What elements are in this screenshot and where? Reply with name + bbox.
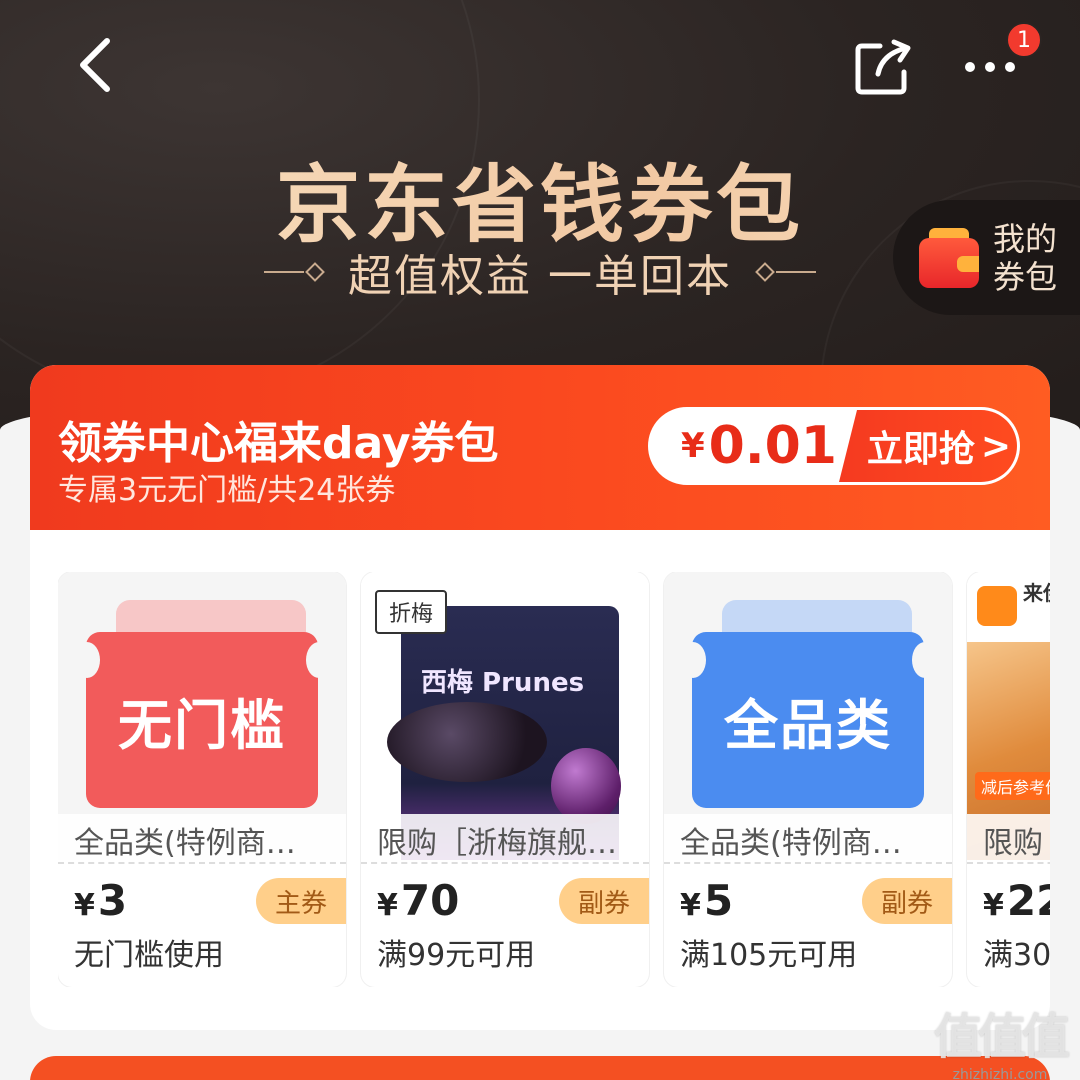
coupon-type-badge: 副券: [862, 878, 952, 924]
page-subtitle: 超值权益 一单回本: [348, 251, 732, 302]
reference-price-label: 减后参考价: [975, 772, 1050, 800]
share-icon: [855, 39, 911, 95]
currency-symbol: ¥: [74, 888, 95, 923]
watermark-url: zhizhizhi.com: [952, 1067, 1048, 1080]
coupon-type-badge: 副券: [559, 878, 649, 924]
back-button[interactable]: [60, 30, 130, 100]
buy-package-button[interactable]: ¥ 0.01 立即抢 >: [648, 407, 1020, 485]
divider: [967, 862, 1050, 864]
coupon-card[interactable]: 无门槛 全品类(特例商… ¥3 主券 无门槛使用: [58, 572, 346, 987]
coupon-amount: ¥5: [680, 876, 733, 925]
coupon-card[interactable]: 来伊份 LYFE 减后参考价 限购 ¥22 满300: [967, 572, 1050, 987]
divider: [58, 862, 346, 864]
more-dot-icon: [965, 62, 975, 72]
divider: [664, 862, 952, 864]
share-button[interactable]: [852, 38, 912, 98]
coupon-condition: 满300: [983, 938, 1050, 973]
currency-symbol: ¥: [680, 888, 701, 923]
coupon-condition: 无门槛使用: [74, 938, 224, 973]
coupon-amount: ¥22: [983, 876, 1050, 925]
wallet-icon: [919, 227, 979, 288]
plum-image: [551, 748, 621, 824]
currency-symbol: ¥: [983, 888, 1004, 923]
coupon-description: 限购［浙梅旗舰…: [361, 814, 649, 860]
brand-logo-icon: [977, 586, 1017, 626]
coupon-type-badge: 主券: [256, 878, 346, 924]
grab-now-button[interactable]: 立即抢 >: [839, 410, 1017, 482]
right-ornament-icon: [754, 262, 816, 282]
my-wallet-label: 我的券包: [993, 219, 1058, 296]
price-value: 0.01: [708, 416, 837, 476]
coupon-amount: ¥70: [377, 876, 459, 925]
package-title: 领券中心福来day券包: [58, 418, 499, 469]
amount-value: 5: [703, 876, 734, 925]
coupon-description: 全品类(特例商…: [58, 814, 346, 860]
watermark-logo: 值值值: [933, 1009, 1070, 1065]
amount-value: 22: [1006, 876, 1050, 925]
chevron-left-icon: [80, 38, 110, 92]
ticket-label: 全品类: [724, 693, 892, 757]
grab-now-label: 立即抢: [866, 429, 975, 470]
currency-symbol: ¥: [681, 426, 705, 466]
more-dot-icon: [1005, 62, 1015, 72]
coupon-list[interactable]: 无门槛 全品类(特例商… ¥3 主券 无门槛使用 折梅 西梅 Prunes 限购…: [58, 572, 1050, 987]
prune-image: [387, 702, 547, 782]
left-ornament-icon: [264, 262, 326, 282]
amount-value: 3: [97, 876, 128, 925]
coupon-condition: 满99元可用: [377, 938, 536, 973]
divider: [361, 862, 649, 864]
brand-name: 来伊份 LYFE: [1023, 581, 1050, 605]
package-subtitle: 专属3元无门槛/共24张券: [58, 473, 396, 508]
ticket-label: 无门槛: [118, 693, 286, 757]
coupon-description: 全品类(特例商…: [664, 814, 952, 860]
watermark: 值值值 zhizhizhi.com: [930, 1000, 1070, 1080]
next-package-card[interactable]: [30, 1056, 1050, 1080]
more-dot-icon: [985, 62, 995, 72]
coupon-description: 限购: [967, 814, 1050, 860]
coupon-condition: 满105元可用: [680, 938, 858, 973]
coupon-card[interactable]: 折梅 西梅 Prunes 限购［浙梅旗舰… ¥70 副券 满99元可用: [361, 572, 649, 987]
coupon-card[interactable]: 全品类 全品类(特例商… ¥5 副券 满105元可用: [664, 572, 952, 987]
brand-logo: 折梅: [375, 590, 447, 634]
coupon-package-card: 领券中心福来day券包 专属3元无门槛/共24张券 ¥ 0.01 立即抢 > 无…: [30, 365, 1050, 1030]
currency-symbol: ¥: [377, 888, 398, 923]
chevron-right-icon: >: [980, 425, 1012, 467]
notification-badge: 1: [1006, 22, 1042, 58]
coupon-amount: ¥3: [74, 876, 127, 925]
package-header: 领券中心福来day券包 专属3元无门槛/共24张券 ¥ 0.01 立即抢 >: [30, 365, 1050, 530]
my-wallet-button[interactable]: 我的券包: [893, 200, 1080, 315]
package-price: ¥ 0.01: [681, 410, 837, 482]
amount-value: 70: [400, 876, 460, 925]
product-label: 西梅 Prunes: [421, 668, 585, 698]
